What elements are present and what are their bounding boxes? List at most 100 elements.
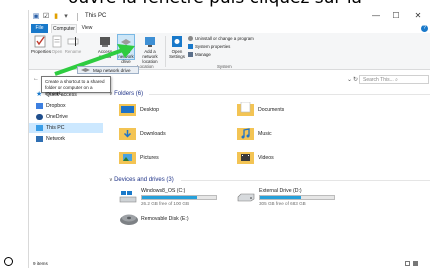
address-bar: ← ⌄ ↻ Search This... ⌕: [29, 74, 430, 86]
new-folder-icon[interactable]: ▮: [52, 13, 60, 21]
drive-usage-fill: [260, 196, 301, 199]
star-icon: ★: [36, 90, 43, 98]
nav-item-dropbox[interactable]: Dropbox: [29, 101, 103, 111]
windows-drive-icon: [119, 191, 137, 203]
add-network-location-button[interactable]: Add a network location: [138, 35, 162, 64]
drive-usage-fill: [142, 196, 197, 199]
close-button[interactable]: ✕: [411, 11, 425, 20]
hard-drive-icon: [237, 193, 255, 202]
drive-usage-bar: [259, 195, 335, 200]
nav-item-label: This PC: [46, 125, 65, 131]
ribbon-tabs: File Computer View ?: [29, 24, 430, 33]
drive-name: Removable Disk (E:): [141, 216, 189, 222]
drive-free-space: 26.2 GB free of 100 GB: [141, 201, 190, 206]
add-network-location-label: Add a network location: [142, 49, 158, 64]
manage-icon: [188, 52, 193, 58]
drive-usage-bar: [141, 195, 217, 200]
ribbon-separator: [165, 36, 166, 67]
drive-name: External Drive (D:): [259, 188, 302, 194]
folder-videos[interactable]: Videos: [237, 150, 337, 168]
item-count: 9 items: [33, 261, 48, 266]
minimize-button[interactable]: —: [369, 11, 383, 20]
folder-icon: ▣: [32, 13, 40, 20]
folder-documents[interactable]: Documents: [237, 102, 337, 120]
network-icon: [36, 135, 43, 142]
properties-button[interactable]: Properties: [31, 35, 52, 54]
chevron-down-icon[interactable]: ▾: [62, 13, 70, 21]
documents-folder-icon: [237, 102, 254, 116]
drive-c[interactable]: Windows8_OS (C:) 26.2 GB free of 100 GB: [119, 188, 229, 210]
location-group-label: Location: [137, 64, 154, 69]
downloads-folder-icon: [119, 128, 136, 140]
dropbox-icon: [36, 102, 43, 109]
section-divider: [181, 180, 430, 181]
section-divider: [149, 94, 430, 95]
drive-d[interactable]: External Drive (D:) 305 GB free of 683 G…: [237, 188, 347, 210]
folder-downloads[interactable]: Downloads: [119, 126, 219, 144]
properties-icon: [34, 35, 46, 48]
large-icons-view-icon[interactable]: [413, 261, 418, 266]
nav-item-label: Dropbox: [46, 103, 66, 109]
folder-label: Music: [258, 131, 272, 137]
desktop-folder-icon: [119, 104, 136, 116]
folder-music[interactable]: Music: [237, 126, 337, 144]
uninstall-label: Uninstall or change a program: [195, 36, 254, 41]
open-settings-button[interactable]: Open Settings: [168, 35, 186, 59]
help-button[interactable]: ?: [421, 25, 428, 32]
gear-icon: [172, 36, 182, 47]
folder-label: Documents: [258, 107, 285, 113]
nav-item-network[interactable]: Network: [29, 134, 103, 144]
properties-label: Properties: [31, 49, 52, 54]
folders-section-header[interactable]: ∨ Folders (6): [109, 90, 143, 98]
tab-view[interactable]: View: [80, 24, 94, 33]
uninstall-button[interactable]: Uninstall or change a program: [188, 36, 254, 42]
nav-item-onedrive[interactable]: OneDrive: [29, 112, 103, 122]
content-area: ∨ Folders (6) Desktop Documents Download…: [109, 90, 430, 260]
nav-item-quick-access[interactable]: ★ Quick access: [29, 90, 103, 100]
chevron-down-icon[interactable]: ⌄: [347, 76, 352, 83]
status-bar: 9 items: [29, 260, 430, 268]
system-properties-button[interactable]: System properties: [188, 44, 231, 50]
folders-header-label: Folders (6): [114, 91, 144, 97]
details-view-icon[interactable]: [405, 261, 410, 266]
network-drive-small-icon: [81, 68, 90, 72]
drive-e[interactable]: Removable Disk (E:): [119, 212, 229, 234]
nav-item-this-pc[interactable]: This PC: [29, 123, 103, 133]
network-location-icon: [145, 37, 155, 47]
folder-label: Pictures: [140, 155, 159, 161]
devices-header-label: Devices and drives (3): [114, 177, 174, 183]
tab-file[interactable]: File: [31, 24, 48, 33]
system-properties-label: System properties: [195, 44, 231, 49]
nav-item-label: OneDrive: [46, 114, 68, 120]
pictures-folder-icon: [119, 152, 136, 164]
refresh-icon[interactable]: ↻: [353, 76, 358, 83]
removable-disk-icon: [120, 214, 138, 225]
nav-item-label: Network: [46, 136, 66, 142]
overlay-caption: ouvre la fenêtre puis cliquez sur la: [0, 0, 430, 10]
folder-label: Downloads: [140, 131, 166, 137]
devices-section-header[interactable]: ∨ Devices and drives (3): [109, 176, 174, 184]
window-title: This PC: [85, 13, 107, 19]
music-folder-icon: [237, 128, 254, 140]
folder-pictures[interactable]: Pictures: [119, 150, 219, 168]
folder-label: Videos: [258, 155, 274, 161]
folder-label: Desktop: [140, 107, 160, 113]
uninstall-icon: [188, 36, 193, 42]
checkbox-icon[interactable]: ☑: [42, 13, 50, 21]
computer-icon: [36, 124, 43, 131]
search-input[interactable]: Search This... ⌕: [359, 75, 429, 84]
menu-item-label: Map network drive: [93, 68, 131, 73]
tab-computer[interactable]: Computer: [51, 24, 77, 33]
back-arrow-icon[interactable]: ←: [33, 76, 39, 82]
open-settings-label: Open Settings: [169, 49, 185, 59]
navigation-pane: ★ Quick access Dropbox OneDrive This PC N…: [29, 90, 103, 260]
system-icon: [188, 44, 193, 50]
manage-button[interactable]: Manage: [188, 52, 211, 58]
title-bar: ▣ ☑ ▮ ▾ This PC — ☐ ✕: [29, 10, 430, 24]
title-separator: [77, 13, 78, 21]
manage-label: Manage: [195, 52, 211, 57]
bullet-circle: [4, 257, 13, 266]
videos-folder-icon: [237, 152, 254, 164]
folder-desktop[interactable]: Desktop: [119, 102, 219, 120]
maximize-button[interactable]: ☐: [389, 11, 403, 20]
